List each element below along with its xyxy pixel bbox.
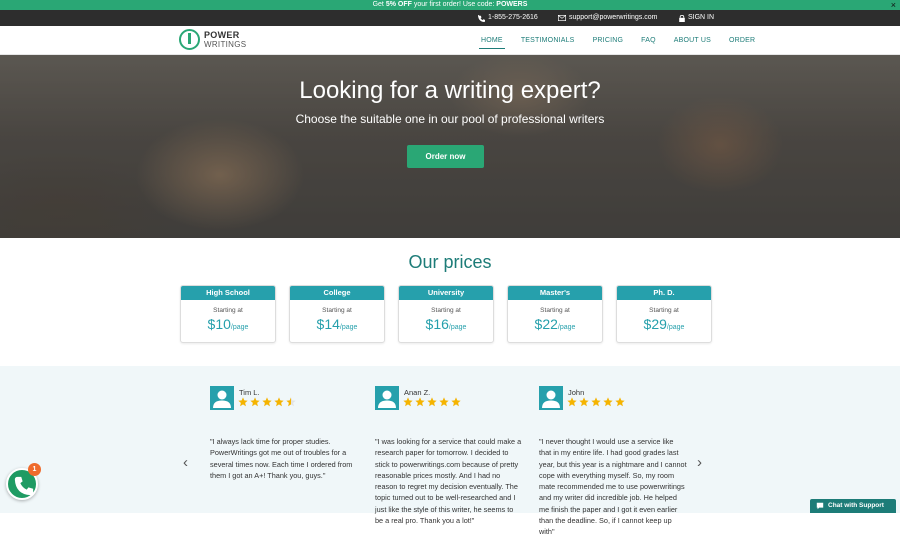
price-card-level: Master's: [508, 286, 602, 300]
phone-icon: [478, 14, 485, 22]
phone-link[interactable]: 1-855-275-2616: [478, 10, 538, 26]
price-card-unit: /page: [230, 324, 249, 331]
contact-bar: 1-855-275-2616 support@powerwritings.com…: [0, 10, 900, 26]
star-icon: [439, 397, 449, 407]
star-icon: [274, 397, 284, 407]
price-card-level: Ph. D.: [617, 286, 711, 300]
user-avatar-icon: [539, 386, 563, 410]
logo-line-2: WRITINGS: [204, 39, 247, 49]
nav-item-home[interactable]: HOME: [477, 26, 507, 55]
phone-icon: [14, 476, 34, 496]
price-card-level: University: [399, 286, 493, 300]
signin-label: SIGN IN: [688, 14, 715, 21]
star-icon: [403, 397, 413, 407]
chat-label: Chat with Support: [828, 502, 884, 509]
star-icon: [615, 397, 625, 407]
promo-code: POWERS: [496, 1, 528, 8]
star-icon: [238, 397, 248, 407]
price-card-amount: $29: [643, 316, 667, 332]
email-address: support@powerwritings.com: [569, 14, 658, 21]
price-card-unit: /page: [339, 324, 358, 331]
nav-item-order[interactable]: ORDER: [725, 26, 759, 55]
price-card-masters[interactable]: Master's Starting at $22/page: [507, 285, 603, 343]
signin-link[interactable]: SIGN IN: [679, 10, 714, 26]
star-icon: [262, 397, 272, 407]
notification-badge: 1: [28, 463, 41, 476]
price-card-college[interactable]: College Starting at $14/page: [289, 285, 385, 343]
star-icon: [286, 397, 296, 407]
order-now-button[interactable]: Order now: [407, 145, 484, 168]
star-rating: [567, 397, 625, 407]
promo-bar: Get 5% OFF your first order! Use code: P…: [0, 0, 900, 10]
main-nav: POWER WRITINGS HOME TESTIMONIALS PRICING…: [0, 26, 900, 55]
prices-title: Our prices: [408, 252, 492, 272]
nav-item-faq[interactable]: FAQ: [637, 26, 660, 55]
testimonials-section: ‹ Tim L. "I always lack time for proper …: [0, 366, 900, 536]
star-icon: [427, 397, 437, 407]
price-card-starting: Starting at: [540, 307, 570, 314]
price-card-unit: /page: [666, 324, 685, 331]
price-card-amount: $16: [425, 316, 449, 332]
price-card-starting: Starting at: [322, 307, 352, 314]
price-card-starting: Starting at: [431, 307, 461, 314]
user-avatar-icon: [375, 386, 399, 410]
carousel-next-arrow[interactable]: ›: [697, 454, 702, 471]
promo-highlight: 5% OFF: [385, 1, 412, 8]
logo-line-1: POWER: [204, 29, 240, 40]
close-icon[interactable]: ×: [891, 0, 896, 10]
prices-section: Our prices High School Starting at $10/p…: [0, 238, 900, 366]
price-card-phd[interactable]: Ph. D. Starting at $29/page: [616, 285, 712, 343]
reviewer-name: John: [568, 388, 585, 397]
price-card-level: College: [290, 286, 384, 300]
nav-item-testimonials[interactable]: TESTIMONIALS: [517, 26, 579, 55]
chat-with-support-button[interactable]: Chat with Support: [810, 499, 896, 513]
promo-prefix: Get: [372, 1, 386, 8]
price-card-starting: Starting at: [649, 307, 679, 314]
price-card-amount: $14: [316, 316, 340, 332]
star-icon: [451, 397, 461, 407]
price-card-unit: /page: [557, 324, 576, 331]
review-text: "I always lack time for proper studies. …: [210, 437, 353, 480]
nav-item-about-us[interactable]: ABOUT US: [670, 26, 715, 55]
user-avatar-icon: [210, 386, 234, 410]
star-icon: [579, 397, 589, 407]
price-card-amount: $22: [534, 316, 558, 332]
price-card-amount: $10: [207, 316, 231, 332]
promo-middle: your first order! Use code:: [411, 1, 497, 8]
review-text: "I never thought I would use a service l…: [539, 437, 687, 537]
star-rating: [403, 397, 461, 407]
lock-icon: [679, 14, 685, 22]
mail-icon: [558, 15, 566, 21]
email-link[interactable]: support@powerwritings.com: [558, 10, 657, 26]
price-card-starting: Starting at: [213, 307, 243, 314]
price-card-university[interactable]: University Starting at $16/page: [398, 285, 494, 343]
star-icon: [250, 397, 260, 407]
hero-title: Looking for a writing expert?: [299, 77, 601, 104]
star-icon: [567, 397, 577, 407]
star-icon: [603, 397, 613, 407]
logo[interactable]: POWER WRITINGS: [179, 29, 246, 50]
nav-menu: HOME TESTIMONIALS PRICING FAQ ABOUT US O…: [477, 26, 769, 55]
price-card-level: High School: [181, 286, 275, 300]
carousel-prev-arrow[interactable]: ‹: [183, 454, 188, 471]
hero-banner: Looking for a writing expert? Choose the…: [0, 55, 900, 238]
reviewer-name: Tim L.: [239, 388, 260, 397]
nav-item-pricing[interactable]: PRICING: [589, 26, 628, 55]
hero-subtitle: Choose the suitable one in our pool of p…: [295, 112, 605, 126]
star-icon: [591, 397, 601, 407]
star-icon: [415, 397, 425, 407]
reviewer-name: Anan Z.: [404, 388, 431, 397]
phone-number: 1-855-275-2616: [488, 14, 538, 21]
price-card-high-school[interactable]: High School Starting at $10/page: [180, 285, 276, 343]
logo-icon: [179, 29, 200, 50]
chat-bubble-icon: [816, 502, 824, 510]
price-card-unit: /page: [448, 324, 467, 331]
star-rating: [238, 397, 296, 407]
